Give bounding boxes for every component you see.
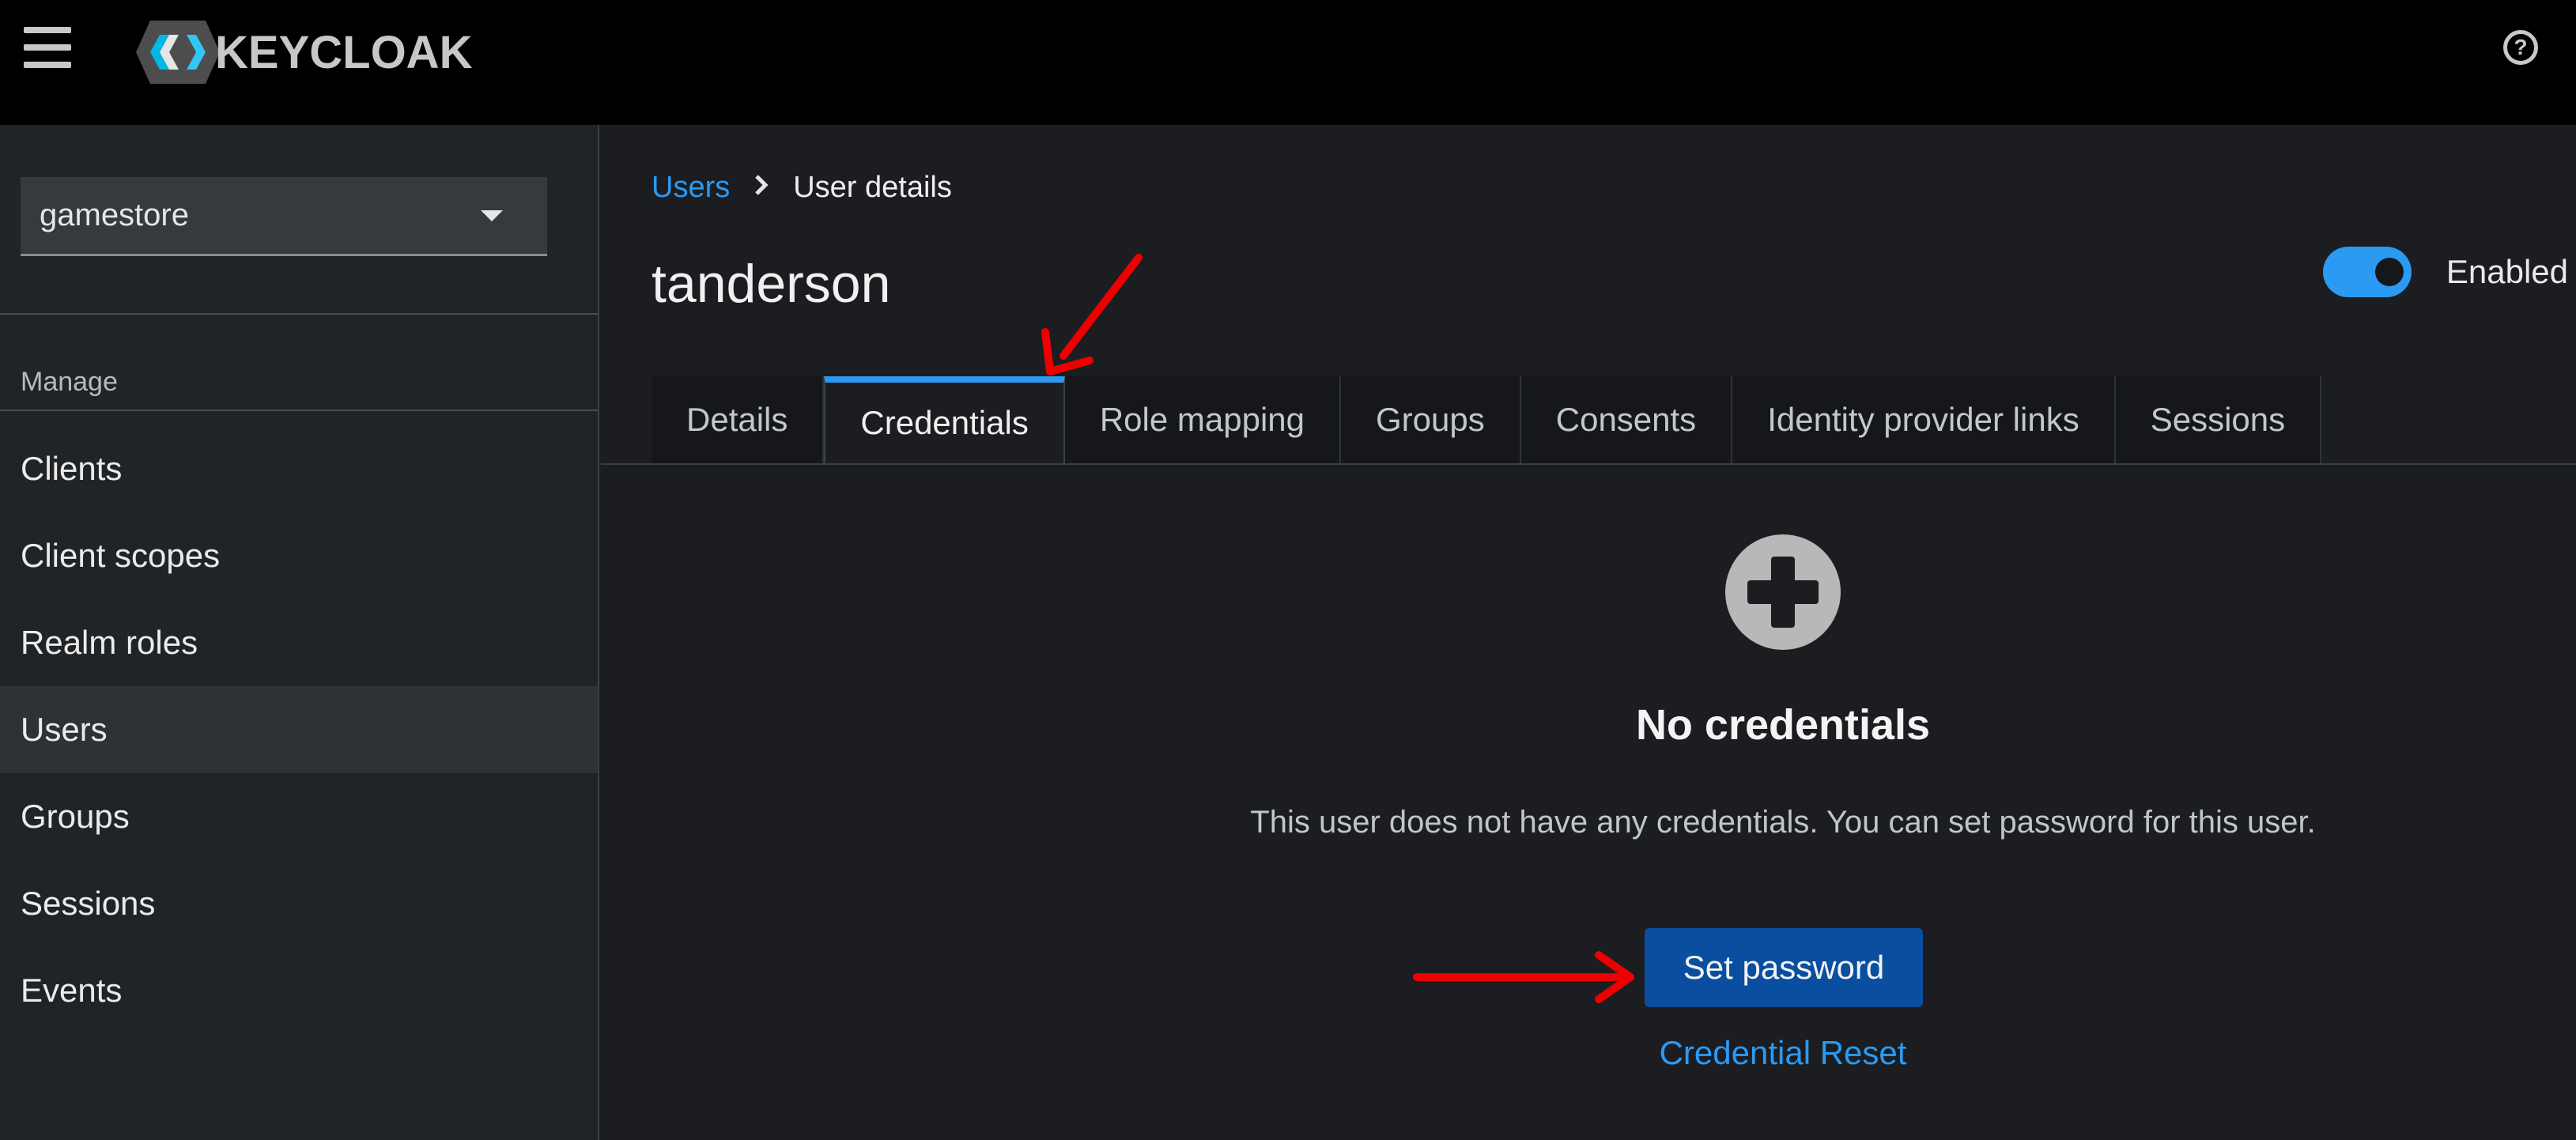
enabled-label: Enabled [2446,253,2568,290]
nav-section-title: Manage [21,367,118,397]
chevron-right-icon [754,172,769,203]
credential-reset-wrap: Credential Reset [601,1034,2576,1072]
sidebar-item-client-scopes[interactable]: Client scopes [0,512,598,599]
brand-name: KEYCLOAK [215,26,473,78]
keycloak-logo-icon [136,21,220,84]
sidebar-item-realm-roles[interactable]: Realm roles [0,599,598,686]
sidebar-item-sessions[interactable]: Sessions [0,860,598,947]
sidebar-divider [0,313,598,315]
empty-state-title: No credentials [1635,701,1931,749]
tab-identity-provider-links[interactable]: Identity provider links [1732,376,2116,463]
tab-groups[interactable]: Groups [1341,376,1521,463]
breadcrumb-users-link[interactable]: Users [652,171,730,205]
sidebar-item-groups[interactable]: Groups [0,773,598,860]
help-glyph: ? [2514,35,2528,59]
tab-credentials[interactable]: Credentials [824,376,1065,463]
sidebar-nav: Clients Client scopes Realm roles Users … [0,425,598,1034]
hamburger-menu-icon[interactable] [24,27,71,68]
set-password-button[interactable]: Set password [1645,928,1923,1007]
credential-reset-link[interactable]: Credential Reset [1660,1034,1907,1071]
sidebar: gamestore Manage Clients Client scopes R… [0,125,599,1140]
masthead: KEYCLOAK ? [0,0,2576,125]
tab-details[interactable]: Details [652,376,825,463]
keycloak-logo[interactable]: KEYCLOAK [134,19,472,85]
main-content: Users User details tanderson Enabled Det… [601,125,2576,1140]
help-circle-icon[interactable]: ? [2503,30,2538,65]
tab-role-mapping[interactable]: Role mapping [1064,376,1342,463]
toggle-knob [2374,258,2404,286]
breadcrumb: Users User details [652,171,952,205]
sidebar-item-users[interactable]: Users [0,686,598,773]
realm-selector[interactable]: gamestore [21,177,547,256]
plus-circle-icon [1725,534,1841,650]
page-title: tanderson [652,254,891,314]
empty-state: No credentials This user does not have a… [601,465,2576,1140]
enabled-toggle[interactable] [2322,247,2412,297]
empty-state-body: This user does not have any credentials.… [1250,805,2316,840]
realm-selector-value: gamestore [40,198,189,232]
tab-consents[interactable]: Consents [1520,376,1733,463]
sidebar-item-events[interactable]: Events [0,947,598,1034]
sidebar-item-clients[interactable]: Clients [0,425,598,512]
breadcrumb-current: User details [793,171,952,204]
user-tabs: Details Credentials Role mapping Groups … [652,376,2322,463]
sidebar-divider [0,410,598,411]
tab-sessions[interactable]: Sessions [2115,376,2322,463]
caret-down-icon [481,210,503,221]
enabled-switch: Enabled [2322,247,2568,297]
